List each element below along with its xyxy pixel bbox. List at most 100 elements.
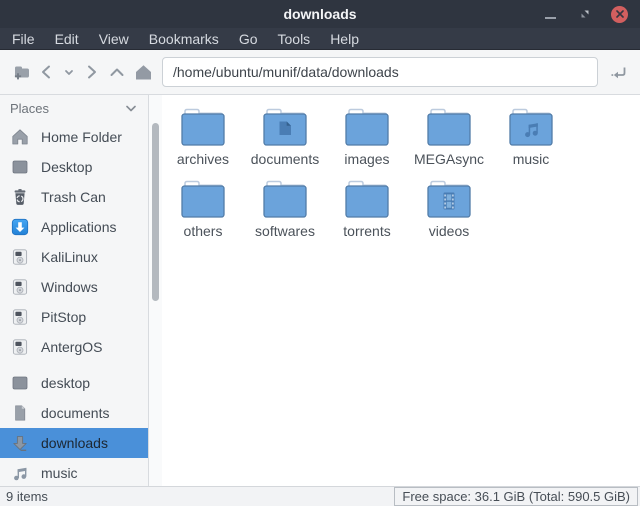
file-name: videos [429,223,469,239]
file-item-torrents[interactable]: torrents [326,177,408,239]
maximize-button[interactable] [576,5,594,23]
desktop-icon [10,373,30,393]
close-button[interactable] [611,6,628,23]
file-view[interactable]: archives documents images MEGAsync music othe… [162,95,640,486]
minimize-button[interactable] [541,5,559,23]
file-item-others[interactable]: others [162,177,244,239]
folder-icon [506,105,556,149]
home-button[interactable] [130,59,156,85]
up-icon [107,62,127,82]
trash-icon [10,187,30,207]
new-tab-button[interactable] [8,59,34,85]
toolbar [0,50,640,95]
sidebar-item-label: music [41,465,78,481]
folder-icon [260,105,310,149]
path-input[interactable] [162,57,598,87]
folder-icon [178,105,228,149]
home-icon [10,127,30,147]
history-dropdown-button[interactable] [60,59,78,85]
sidebar-item-label: KaliLinux [41,249,98,265]
folder-icon [424,105,474,149]
sidebar: Places Home Folder Desktop Trash Can Applic… [0,95,162,486]
go-jump-icon [609,62,629,82]
sidebar-item-downloads[interactable]: downloads [0,428,148,458]
sidebar-item-home-folder[interactable]: Home Folder [0,122,148,152]
file-name: MEGAsync [414,151,484,167]
file-name: documents [251,151,319,167]
menubar: FileEditViewBookmarksGoToolsHelp [0,28,640,50]
file-name: torrents [343,223,390,239]
sidebar-item-pitstop[interactable]: PitStop [0,302,148,332]
sidebar-item-label: PitStop [41,309,86,325]
window-title: downloads [283,6,356,22]
sidebar-item-documents[interactable]: documents [0,398,148,428]
file-grid: archives documents images MEGAsync music othe… [162,105,574,249]
back-button[interactable] [34,59,60,85]
menu-help[interactable]: Help [320,28,369,49]
drive-icon [10,337,30,357]
sidebar-item-trash-can[interactable]: Trash Can [0,182,148,212]
download-icon [10,433,30,453]
restore-icon [580,9,590,19]
file-item-music[interactable]: music [490,105,572,167]
window-controls [541,0,628,28]
file-name: music [513,151,550,167]
document-icon [10,403,30,423]
home-icon [133,62,154,83]
sidebar-item-music[interactable]: music [0,458,148,486]
sidebar-item-label: AntergOS [41,339,102,355]
file-item-videos[interactable]: videos [408,177,490,239]
sidebar-item-kalilinux[interactable]: KaliLinux [0,242,148,272]
file-item-megasync[interactable]: MEGAsync [408,105,490,167]
applications-icon [10,217,30,237]
chevron-down-icon [62,65,76,79]
menu-view[interactable]: View [89,28,139,49]
menu-go[interactable]: Go [229,28,268,49]
menu-tools[interactable]: Tools [268,28,321,49]
file-item-images[interactable]: images [326,105,408,167]
menu-bookmarks[interactable]: Bookmarks [139,28,229,49]
places-header-label: Places [10,101,49,116]
sidebar-item-label: desktop [41,375,90,391]
new-tab-icon [11,62,32,83]
sidebar-item-desktop[interactable]: desktop [0,368,148,398]
menu-file[interactable]: File [2,28,45,49]
sidebar-item-label: Trash Can [41,189,106,205]
sidebar-item-desktop[interactable]: Desktop [0,152,148,182]
forward-button[interactable] [78,59,104,85]
menu-edit[interactable]: Edit [45,28,89,49]
folder-icon [178,177,228,221]
sidebar-scrollbar[interactable] [148,95,162,486]
sidebar-item-windows[interactable]: Windows [0,272,148,302]
file-item-archives[interactable]: archives [162,105,244,167]
file-manager-window: downloads FileEditViewBookmarksGoToolsHe… [0,0,640,506]
file-item-documents[interactable]: documents [244,105,326,167]
sidebar-item-label: documents [41,405,109,421]
folder-icon [260,177,310,221]
file-name: images [344,151,389,167]
titlebar[interactable]: downloads [0,0,640,28]
sidebar-item-label: Desktop [41,159,92,175]
sidebar-item-label: downloads [41,435,108,451]
chevron-down-icon [125,105,137,113]
scrollbar-thumb[interactable] [152,123,159,301]
desktop-icon [10,157,30,177]
folder-icon [342,177,392,221]
sidebar-item-label: Home Folder [41,129,122,145]
go-button[interactable] [606,59,632,85]
back-icon [37,62,57,82]
up-button[interactable] [104,59,130,85]
places-list: Home Folder Desktop Trash Can Applications K… [0,122,148,486]
file-item-softwares[interactable]: softwares [244,177,326,239]
sidebar-item-antergos[interactable]: AntergOS [0,332,148,362]
sidebar-item-applications[interactable]: Applications [0,212,148,242]
free-space-indicator: Free space: 36.1 GiB (Total: 590.5 GiB) [394,487,638,506]
sidebar-item-label: Applications [41,219,117,235]
close-icon [616,10,624,18]
drive-icon [10,277,30,297]
drive-icon [10,247,30,267]
places-panel: Places Home Folder Desktop Trash Can Applic… [0,95,148,486]
folder-icon [342,105,392,149]
places-header[interactable]: Places [0,95,148,122]
music-icon [10,463,30,483]
